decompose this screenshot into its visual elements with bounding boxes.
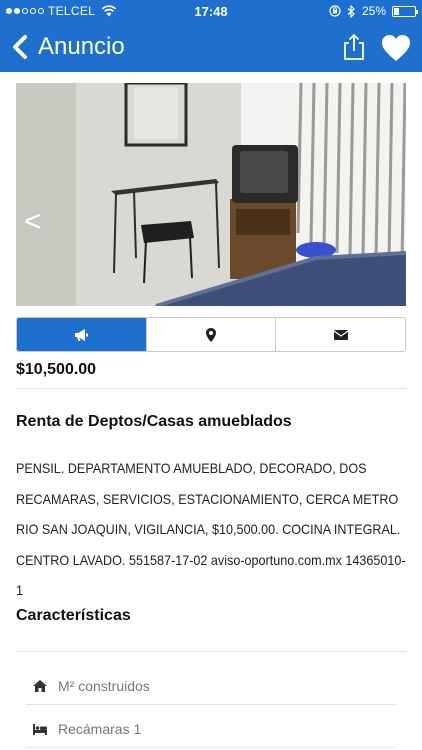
listing-price: $10,500.00 — [16, 361, 97, 378]
listing-description: PENSIL. DEPARTAMENTO AMUEBLADO, DECORADO… — [16, 460, 406, 598]
carrier-name: TELCEL — [48, 4, 96, 18]
tab-contact[interactable] — [275, 318, 405, 351]
listing-photo[interactable]: < — [16, 83, 406, 306]
battery-icon — [392, 5, 418, 17]
room-photo-image — [16, 83, 406, 306]
divider — [16, 388, 406, 389]
megaphone-icon — [75, 328, 89, 341]
tab-announce[interactable] — [17, 318, 146, 351]
feature-item: M² construidos — [26, 667, 396, 705]
status-right: 25% — [329, 4, 418, 18]
features-title: Características — [16, 607, 131, 624]
bed-icon — [33, 723, 47, 735]
back-button[interactable]: Anuncio — [10, 30, 125, 64]
action-tabs — [16, 317, 406, 352]
battery-percentage: 25% — [361, 4, 386, 18]
navigation-bar: Anuncio — [0, 22, 422, 72]
divider — [16, 651, 406, 652]
favorite-button[interactable] — [380, 33, 412, 63]
orientation-lock-icon — [329, 5, 341, 17]
status-bar: TELCEL 17:48 25% — [0, 0, 422, 22]
signal-strength-icon — [6, 8, 44, 14]
previous-photo-button[interactable]: < — [24, 207, 42, 237]
envelope-icon — [333, 329, 349, 340]
share-button[interactable] — [340, 33, 368, 61]
page-title: Anuncio — [38, 33, 125, 60]
home-icon — [33, 679, 47, 692]
chevron-left-icon — [13, 35, 27, 59]
listing-category: Renta de Deptos/Casas amueblados — [16, 413, 292, 430]
tab-location[interactable] — [145, 318, 276, 351]
wifi-icon — [102, 5, 117, 17]
bluetooth-icon — [347, 4, 355, 18]
feature-label: M² construidos — [58, 677, 150, 694]
map-marker-icon — [206, 327, 216, 342]
status-left: TELCEL — [6, 4, 117, 18]
feature-label: Recámaras 1 — [58, 720, 142, 737]
feature-item: Recámaras 1 — [26, 710, 396, 748]
